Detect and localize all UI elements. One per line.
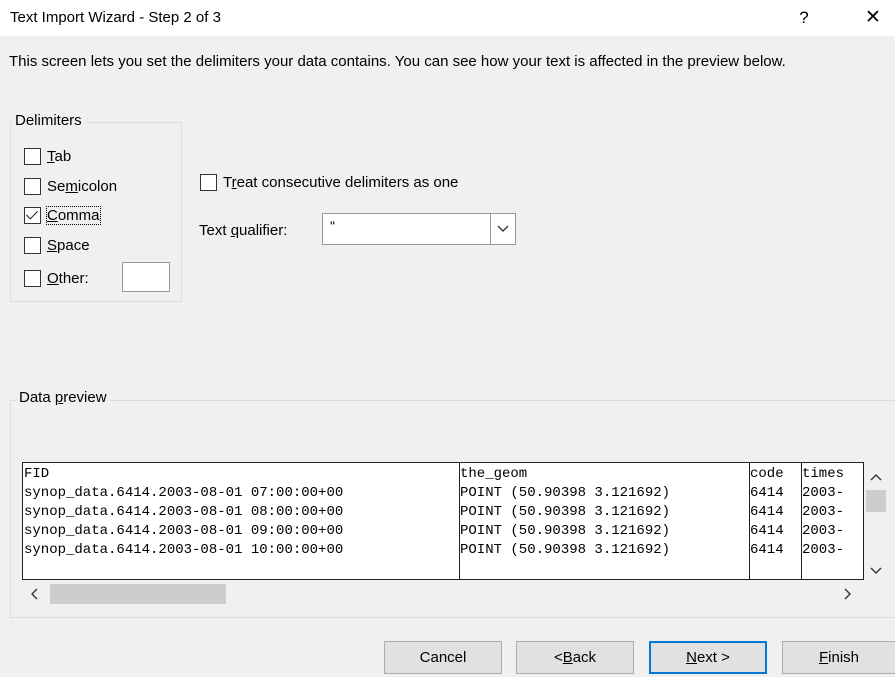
preview-column-header: code	[750, 466, 784, 482]
preview-cell: 2003-	[802, 542, 845, 558]
preview-cell: POINT (50.90398 3.121692)	[460, 523, 671, 539]
next-button[interactable]: Next >	[649, 641, 767, 674]
back-button[interactable]: < Back	[516, 641, 634, 674]
other-checkbox[interactable]	[24, 269, 41, 287]
semicolon-checkbox[interactable]	[24, 177, 41, 195]
horizontal-scroll-thumb[interactable]	[50, 584, 226, 604]
tab-label: Tab	[47, 147, 72, 165]
preview-cell: synop_data.6414.2003-08-01 09:00:00+00	[24, 523, 344, 539]
semicolon-checkbox-row[interactable]: Semicolon	[24, 175, 117, 197]
text-qualifier-select[interactable]: "	[322, 213, 516, 245]
title-bar: Text Import Wizard - Step 2 of 3 ? ✕	[0, 0, 895, 36]
text-qualifier-label: Text qualifier:	[199, 222, 288, 239]
chevron-down-icon[interactable]	[490, 214, 515, 244]
column-separator	[459, 463, 460, 579]
preview-table: FID the_geom code times synop_data.6414.2003…	[23, 463, 863, 579]
preview-cell: 6414	[750, 523, 784, 539]
semicolon-label: Semicolon	[47, 177, 118, 195]
space-label: Space	[47, 236, 90, 254]
other-label: Other:	[47, 269, 89, 287]
preview-column-header: the_geom	[460, 466, 528, 482]
preview-cell: synop_data.6414.2003-08-01 10:00:00+00	[24, 542, 344, 558]
data-preview-grid[interactable]: FID the_geom code times synop_data.6414.2003…	[22, 462, 864, 580]
preview-cell: POINT (50.90398 3.121692)	[460, 485, 671, 501]
data-preview-label: Data preview	[16, 389, 110, 406]
tab-checkbox-row[interactable]: Tab	[24, 145, 71, 167]
preview-cell: 6414	[750, 542, 784, 558]
preview-cell: 6414	[750, 504, 784, 520]
preview-cell: synop_data.6414.2003-08-01 07:00:00+00	[24, 485, 344, 501]
scroll-down-icon[interactable]	[870, 562, 882, 578]
cancel-button[interactable]: Cancel	[384, 641, 502, 674]
vertical-scroll-thumb[interactable]	[866, 490, 886, 512]
window-title: Text Import Wizard - Step 2 of 3	[10, 9, 221, 26]
comma-label: Comma	[46, 205, 101, 225]
consecutive-label: Treat consecutive delimiters as one	[223, 173, 459, 191]
preview-cell: synop_data.6414.2003-08-01 08:00:00+00	[24, 504, 344, 520]
text-qualifier-value: "	[330, 218, 335, 234]
tab-checkbox[interactable]	[24, 147, 41, 165]
help-icon[interactable]: ?	[790, 4, 818, 32]
preview-cell: 2003-	[802, 485, 845, 501]
scroll-right-icon[interactable]	[844, 587, 852, 603]
preview-cell: 6414	[750, 485, 784, 501]
other-delimiter-input[interactable]	[122, 262, 170, 292]
other-checkbox-row[interactable]: Other:	[24, 267, 89, 289]
scroll-up-icon[interactable]	[870, 468, 882, 484]
preview-cell: 2003-	[802, 504, 845, 520]
space-checkbox[interactable]	[24, 236, 41, 254]
delimiters-group-label: Delimiters	[12, 112, 85, 129]
preview-cell: 2003-	[802, 523, 845, 539]
preview-cell: POINT (50.90398 3.121692)	[460, 542, 671, 558]
space-checkbox-row[interactable]: Space	[24, 234, 90, 256]
horizontal-scrollbar[interactable]	[22, 580, 864, 606]
comma-checkbox[interactable]	[24, 206, 41, 224]
column-separator	[801, 463, 802, 579]
preview-cell: POINT (50.90398 3.121692)	[460, 504, 671, 520]
comma-checkbox-row[interactable]: Comma	[24, 204, 101, 226]
wizard-description: This screen lets you set the delimiters …	[9, 53, 786, 70]
scroll-left-icon[interactable]	[30, 587, 38, 603]
preview-column-header: FID	[24, 466, 50, 482]
column-separator	[749, 463, 750, 579]
consecutive-checkbox[interactable]	[200, 173, 217, 191]
vertical-scrollbar[interactable]	[864, 462, 888, 580]
consecutive-checkbox-row[interactable]: Treat consecutive delimiters as one	[200, 171, 458, 193]
close-icon[interactable]: ✕	[858, 4, 888, 32]
finish-button[interactable]: Finish	[782, 641, 895, 674]
preview-column-header: times	[802, 466, 845, 482]
